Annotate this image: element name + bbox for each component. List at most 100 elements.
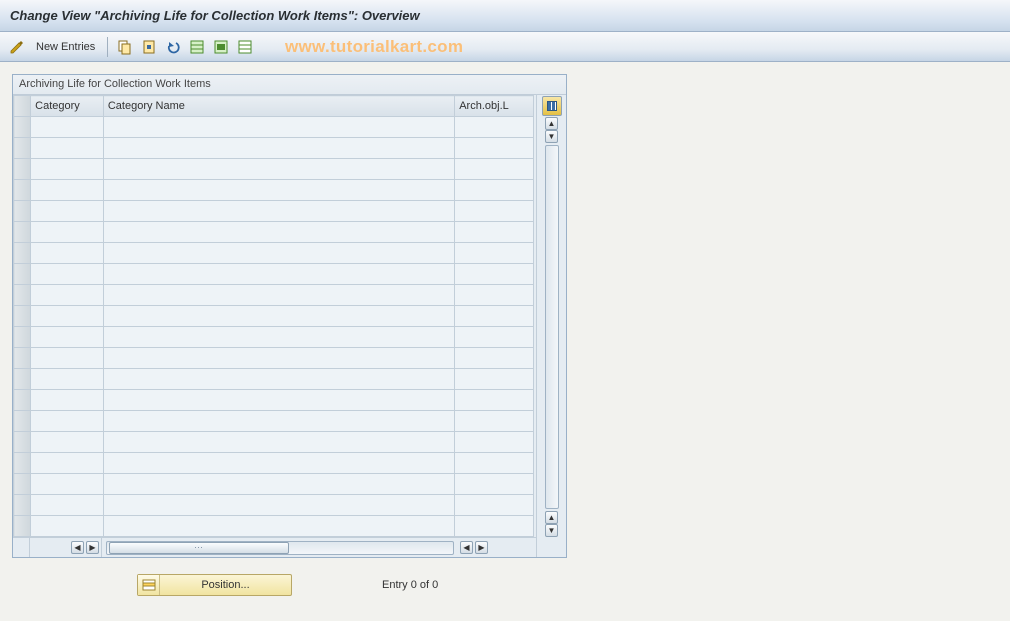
- cell-category-name[interactable]: [103, 453, 454, 474]
- cell-category-name[interactable]: [103, 348, 454, 369]
- row-selector[interactable]: [14, 495, 31, 516]
- cell-arch-obj_l[interactable]: [455, 285, 534, 306]
- display-change-icon[interactable]: [8, 38, 26, 56]
- hscroll-track[interactable]: [106, 541, 454, 555]
- cell-category[interactable]: [31, 285, 104, 306]
- cell-arch-obj_l[interactable]: [455, 369, 534, 390]
- cell-category[interactable]: [31, 516, 104, 537]
- delete-icon[interactable]: [140, 38, 158, 56]
- vscroll-track[interactable]: [545, 145, 559, 509]
- scroll-right-icon[interactable]: ◀: [460, 541, 473, 554]
- position-button[interactable]: Position...: [137, 574, 292, 596]
- cell-category-name[interactable]: [103, 369, 454, 390]
- scroll-down-icon[interactable]: ▼: [545, 524, 558, 537]
- cell-arch-obj_l[interactable]: [455, 411, 534, 432]
- cell-category[interactable]: [31, 201, 104, 222]
- cell-category-name[interactable]: [103, 117, 454, 138]
- select-all-icon[interactable]: [188, 38, 206, 56]
- cell-arch-obj_l[interactable]: [455, 432, 534, 453]
- cell-category-name[interactable]: [103, 390, 454, 411]
- cell-arch-obj_l[interactable]: [455, 201, 534, 222]
- row-selector[interactable]: [14, 369, 31, 390]
- cell-category-name[interactable]: [103, 516, 454, 537]
- cell-category[interactable]: [31, 117, 104, 138]
- cell-category[interactable]: [31, 138, 104, 159]
- row-selector[interactable]: [14, 390, 31, 411]
- cell-category-name[interactable]: [103, 411, 454, 432]
- cell-arch-obj_l[interactable]: [455, 327, 534, 348]
- row-header-corner[interactable]: [14, 96, 31, 117]
- cell-category[interactable]: [31, 222, 104, 243]
- row-selector[interactable]: [14, 285, 31, 306]
- cell-category-name[interactable]: [103, 159, 454, 180]
- cell-category-name[interactable]: [103, 222, 454, 243]
- cell-category[interactable]: [31, 390, 104, 411]
- undo-icon[interactable]: [164, 38, 182, 56]
- cell-arch-obj_l[interactable]: [455, 306, 534, 327]
- copy-icon[interactable]: [116, 38, 134, 56]
- cell-category[interactable]: [31, 306, 104, 327]
- cell-category-name[interactable]: [103, 306, 454, 327]
- cell-arch-obj_l[interactable]: [455, 348, 534, 369]
- row-selector[interactable]: [14, 432, 31, 453]
- scroll-up-icon[interactable]: ▲: [545, 117, 558, 130]
- hscroll-thumb[interactable]: [109, 542, 289, 554]
- cell-category[interactable]: [31, 159, 104, 180]
- row-selector[interactable]: [14, 306, 31, 327]
- col-header-category-name[interactable]: Category Name: [103, 96, 454, 117]
- cell-category[interactable]: [31, 348, 104, 369]
- cell-category[interactable]: [31, 243, 104, 264]
- cell-category-name[interactable]: [103, 474, 454, 495]
- cell-category-name[interactable]: [103, 432, 454, 453]
- row-selector[interactable]: [14, 180, 31, 201]
- cell-category[interactable]: [31, 180, 104, 201]
- cell-arch-obj_l[interactable]: [455, 138, 534, 159]
- cell-category-name[interactable]: [103, 285, 454, 306]
- cell-category-name[interactable]: [103, 243, 454, 264]
- cell-category-name[interactable]: [103, 264, 454, 285]
- cell-arch-obj_l[interactable]: [455, 222, 534, 243]
- scroll-up-step-icon[interactable]: ▼: [545, 130, 558, 143]
- cell-arch-obj_l[interactable]: [455, 516, 534, 537]
- row-selector[interactable]: [14, 159, 31, 180]
- col-header-category[interactable]: Category: [31, 96, 104, 117]
- cell-arch-obj_l[interactable]: [455, 243, 534, 264]
- select-block-icon[interactable]: [212, 38, 230, 56]
- cell-arch-obj_l[interactable]: [455, 180, 534, 201]
- row-selector[interactable]: [14, 243, 31, 264]
- cell-category[interactable]: [31, 453, 104, 474]
- cell-category[interactable]: [31, 264, 104, 285]
- cell-arch-obj_l[interactable]: [455, 117, 534, 138]
- cell-arch-obj_l[interactable]: [455, 159, 534, 180]
- row-selector[interactable]: [14, 201, 31, 222]
- cell-category-name[interactable]: [103, 138, 454, 159]
- row-selector[interactable]: [14, 474, 31, 495]
- cell-category[interactable]: [31, 495, 104, 516]
- row-selector[interactable]: [14, 222, 31, 243]
- scroll-last-icon[interactable]: ▶: [475, 541, 488, 554]
- cell-category-name[interactable]: [103, 201, 454, 222]
- new-entries-button[interactable]: New Entries: [32, 41, 99, 53]
- row-selector[interactable]: [14, 516, 31, 537]
- scroll-first-icon[interactable]: ◀: [71, 541, 84, 554]
- col-header-arch-obj-l[interactable]: Arch.obj.L: [455, 96, 534, 117]
- row-selector[interactable]: [14, 117, 31, 138]
- cell-category[interactable]: [31, 432, 104, 453]
- cell-category[interactable]: [31, 327, 104, 348]
- row-selector[interactable]: [14, 348, 31, 369]
- cell-category[interactable]: [31, 474, 104, 495]
- row-selector[interactable]: [14, 264, 31, 285]
- cell-category-name[interactable]: [103, 180, 454, 201]
- scroll-left-icon[interactable]: ▶: [86, 541, 99, 554]
- row-selector[interactable]: [14, 327, 31, 348]
- row-selector[interactable]: [14, 138, 31, 159]
- cell-arch-obj_l[interactable]: [455, 264, 534, 285]
- cell-category[interactable]: [31, 369, 104, 390]
- cell-arch-obj_l[interactable]: [455, 495, 534, 516]
- row-selector[interactable]: [14, 453, 31, 474]
- cell-category-name[interactable]: [103, 327, 454, 348]
- cell-arch-obj_l[interactable]: [455, 453, 534, 474]
- cell-category[interactable]: [31, 411, 104, 432]
- deselect-all-icon[interactable]: [236, 38, 254, 56]
- cell-arch-obj_l[interactable]: [455, 474, 534, 495]
